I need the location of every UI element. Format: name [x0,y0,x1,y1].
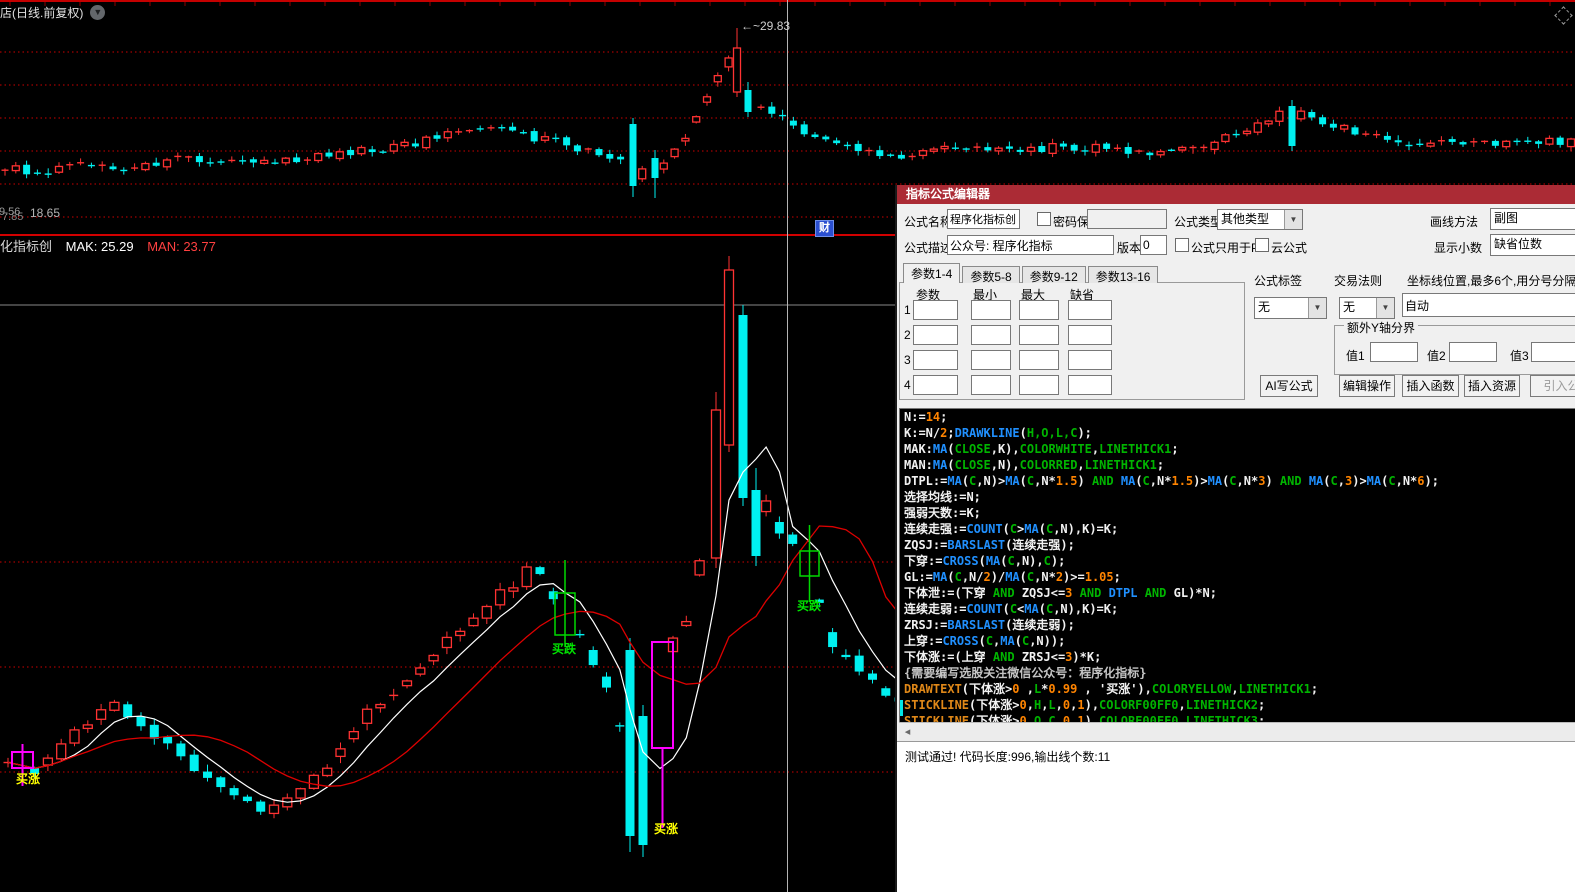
insert-function-button[interactable]: 插入函数 [1402,375,1459,397]
insert-resource-button[interactable]: 插入资源 [1464,375,1520,397]
value1-input[interactable] [1370,342,1418,362]
decimals-label: 显示小数 [1434,239,1482,256]
cloud-formula-label: 云公式 [1271,239,1307,256]
indicator-header: 化指标创 MAK: 25.29 MAN: 23.77 [0,236,216,255]
dropdown-arrow-icon[interactable]: ▼ [1308,298,1326,318]
signal-label-buy: 买涨 [16,770,40,787]
test-result-text: 测试通过! 代码长度:996,输出线个数:11 [905,748,1110,765]
edit-actions-button[interactable]: 编辑操作 [1339,375,1395,397]
formula-tag-label: 公式标签 [1254,272,1302,289]
formula-type-select[interactable]: 其他类型 ▼ [1217,209,1303,230]
formula-type-label: 公式类型 [1174,213,1222,230]
peak-price-label: ←~29.83 [741,19,790,33]
chart-title[interactable]: 店(日线.前复权) ▼ [0,4,105,21]
tab-params-1[interactable]: 参数1-4 [903,263,960,283]
indicator-mak-value: MAK: 25.29 [66,239,134,254]
param-input[interactable] [1019,325,1059,345]
param-input[interactable] [971,300,1011,320]
param-input[interactable] [971,375,1011,395]
value2-input[interactable] [1449,342,1497,362]
coord-position-input[interactable] [1402,293,1575,317]
trade-rule-label: 交易法则 [1334,272,1382,289]
param-input[interactable] [913,375,958,395]
dialog-title-bar[interactable]: 指标公式编辑器 [897,185,1575,204]
param-input[interactable] [1019,375,1059,395]
param-input[interactable] [1068,325,1112,345]
decimals-select[interactable]: 缺省位数 [1490,234,1575,256]
password-checkbox[interactable] [1037,212,1051,226]
trade-rule-select[interactable]: 无 ▼ [1339,297,1395,319]
value3-label: 值3 [1510,347,1529,364]
formula-editor-dialog: 指标公式编辑器 公式名称 密码保护 公式类型 其他类型 ▼ 画线方法 副图 公式… [895,185,1575,892]
cloud-formula-checkbox[interactable] [1255,238,1269,252]
peak-arrow-icon: ← [741,19,753,33]
value1-label: 值1 [1346,347,1365,364]
param-input[interactable] [971,350,1011,370]
signal-label-sell: 买跌 [552,640,576,657]
param-input[interactable] [1019,350,1059,370]
code-lines: N:=14;K:=N/2;DRAWKLINE(H,O,L,C);MAK:MA(C… [900,409,1575,722]
param-row-number: 1 [904,303,911,317]
formula-name-label: 公式名称 [904,213,952,230]
draw-method-select[interactable]: 副图 [1490,208,1575,230]
param-input[interactable] [913,325,958,345]
indicator-man-value: MAN: 23.77 [147,239,216,254]
param-input[interactable] [971,325,1011,345]
param-input[interactable] [913,350,958,370]
tab-params-4[interactable]: 参数13-16 [1088,266,1159,283]
dropdown-arrow-icon[interactable]: ▼ [1284,210,1302,229]
extra-y-label: 额外Y轴分界 [1344,319,1418,336]
signal-label-buy: 买涨 [654,820,678,837]
param-row-number: 4 [904,378,911,392]
version-label: 版本 [1117,239,1141,256]
test-result-panel: 测试通过! 代码长度:996,输出线个数:11 [897,741,1575,892]
param-input[interactable] [1019,300,1059,320]
formula-tag-select[interactable]: 无 ▼ [1254,297,1327,319]
param-row-number: 2 [904,328,911,342]
indicator-name[interactable]: 化指标创 [0,239,52,254]
param-input[interactable] [1068,300,1112,320]
value3-input[interactable] [1531,342,1575,362]
formula-desc-label: 公式描述 [904,239,952,256]
pc-only-checkbox[interactable] [1175,238,1189,252]
text-cursor [900,700,903,716]
param-row-number: 3 [904,353,911,367]
param-input[interactable] [1068,350,1112,370]
tab-params-2[interactable]: 参数5-8 [962,266,1019,283]
password-input[interactable] [1087,209,1167,229]
chevron-down-icon[interactable]: ▼ [90,5,105,20]
param-panel: 参数最小最大缺省1234 [899,282,1245,400]
app-window: 店(日线.前复权) ▼ ←~29.83 9.56 7.85 18.65 财 化指… [0,0,1575,892]
import-formula-button[interactable]: 引入公式 [1530,375,1575,397]
ai-formula-button[interactable]: AI写公式 [1260,375,1318,397]
param-input[interactable] [913,300,958,320]
dropdown-arrow-icon[interactable]: ▼ [1376,298,1394,318]
scroll-left-icon[interactable]: ◂ [899,724,916,741]
param-input[interactable] [1068,375,1112,395]
chart-title-label: 店(日线.前复权) [0,4,83,21]
version-input[interactable] [1140,235,1167,255]
code-editor[interactable]: N:=14;K:=N/2;DRAWKLINE(H,O,L,C);MAK:MA(C… [899,408,1575,722]
tab-params-3[interactable]: 参数9-12 [1022,266,1086,283]
value2-label: 值2 [1427,347,1446,364]
price-label-b: 7.85 [2,211,23,223]
price-level-label: 18.65 [30,206,60,220]
formula-desc-input[interactable] [947,235,1114,255]
signal-label-sell: 买跌 [797,597,821,614]
draw-method-label: 画线方法 [1430,213,1478,230]
news-marker-badge[interactable]: 财 [815,220,834,237]
horizontal-scrollbar[interactable]: ◂ [899,722,1575,741]
formula-name-input[interactable] [947,209,1020,229]
coord-position-label: 坐标线位置,最多6个,用分号分隔 [1407,272,1575,289]
param-tabs: 参数1-4参数5-8参数9-12参数13-16 [903,264,1160,283]
